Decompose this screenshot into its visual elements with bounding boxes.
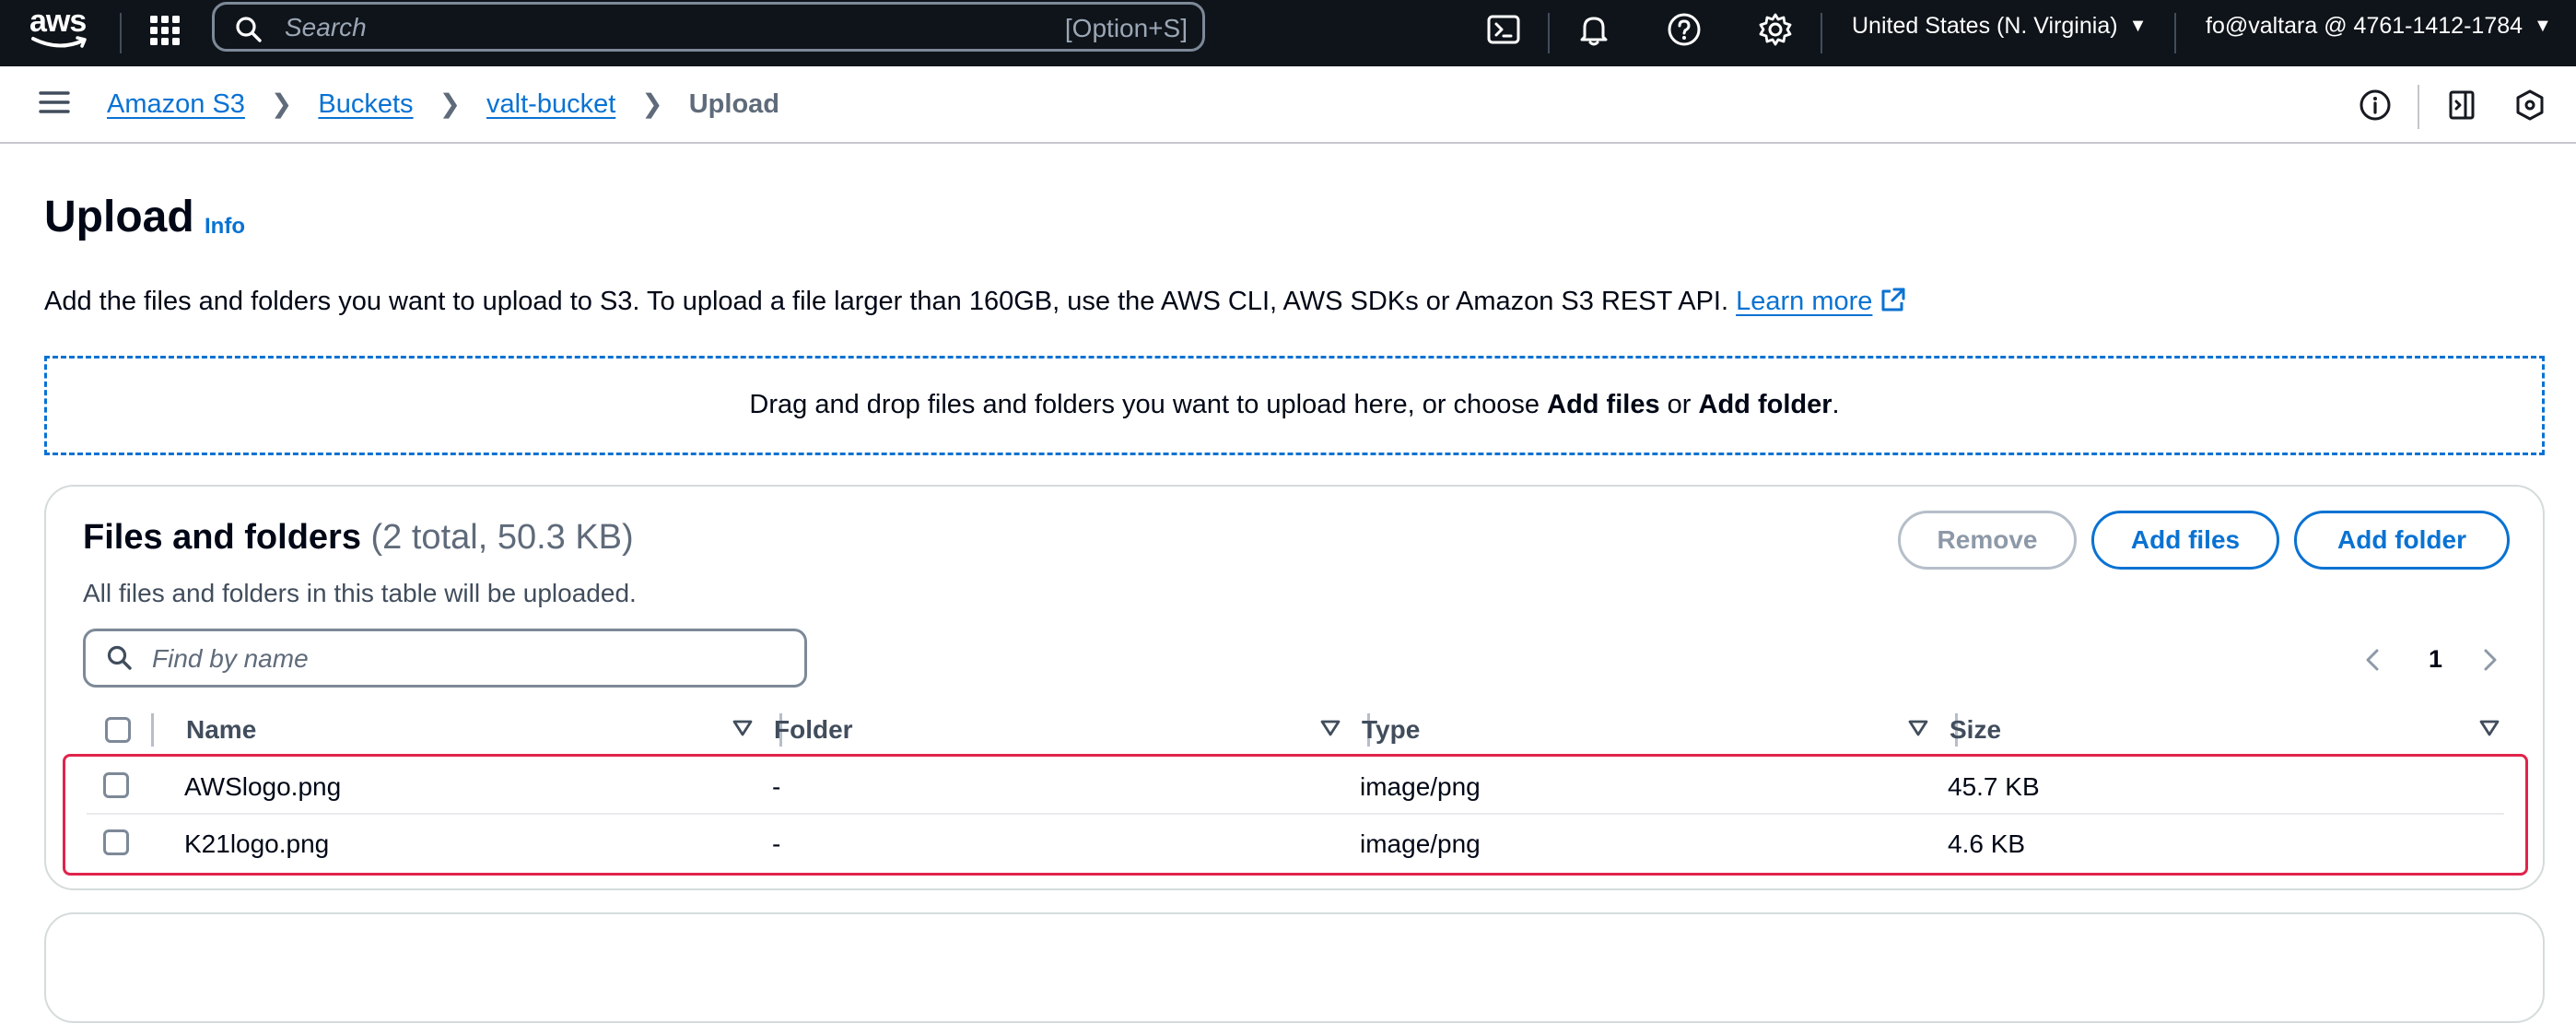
help-icon[interactable] — [1666, 11, 1703, 48]
breadcrumb: Amazon S3 ❯ Buckets ❯ valt-bucket ❯ Upload — [107, 88, 779, 120]
menu-icon[interactable] — [39, 88, 70, 116]
cell-size: 4.6 KB — [1948, 829, 2026, 858]
dropzone-add-folder: Add folder — [1698, 390, 1832, 419]
dropzone-or: or — [1667, 390, 1692, 419]
nav-divider — [1548, 13, 1550, 53]
column-header-folder[interactable]: Folder — [774, 715, 853, 745]
table-header: Name Folder Type Size — [83, 710, 2510, 756]
bell-icon[interactable] — [1575, 11, 1612, 48]
services-grid-icon[interactable] — [149, 15, 181, 46]
learn-more-link[interactable]: Learn more — [1736, 287, 1872, 316]
nav-divider — [120, 13, 122, 53]
pagination-next-icon[interactable] — [2478, 641, 2500, 678]
dropzone-text: Drag and drop files and folders you want… — [749, 390, 1540, 419]
region-label: United States (N. Virginia) — [1852, 13, 2118, 39]
search-shortcut-hint: [Option+S] — [1064, 14, 1188, 42]
cell-name: K21logo.png — [184, 829, 330, 858]
table-row[interactable]: AWSlogo.png - image/png 45.7 KB — [81, 758, 2508, 815]
info-link[interactable]: Info — [205, 214, 245, 240]
panel-description: All files and folders in this table will… — [83, 579, 637, 607]
shield-icon[interactable] — [2512, 87, 2548, 123]
caret-down-icon: ▼ — [2128, 16, 2148, 36]
account-menu[interactable]: fo@valtara @ 4761-1412-1784 ▼ — [2206, 13, 2552, 40]
row-checkbox[interactable] — [103, 772, 129, 798]
cell-type: image/png — [1360, 772, 1481, 801]
breadcrumb-bucket[interactable]: valt-bucket — [486, 89, 615, 119]
page-title: Upload — [44, 193, 194, 241]
find-by-name-input[interactable] — [150, 641, 780, 677]
search-icon — [106, 644, 134, 672]
cell-size: 45.7 KB — [1948, 772, 2040, 801]
chevron-right-icon: ❯ — [641, 89, 663, 118]
cell-name: AWSlogo.png — [184, 772, 342, 801]
dropzone-add-files: Add files — [1547, 390, 1660, 419]
sort-name-icon[interactable] — [732, 719, 754, 737]
add-folder-button[interactable]: Add folder — [2294, 511, 2510, 570]
column-divider — [151, 713, 154, 747]
settings-icon[interactable] — [1757, 11, 1794, 48]
column-header-size[interactable]: Size — [1950, 715, 2001, 745]
aws-logo[interactable]: aws — [28, 4, 96, 53]
top-navigation: aws [Option+S] United — [0, 0, 2576, 66]
nav-divider — [1821, 13, 1822, 53]
row-checkbox[interactable] — [103, 829, 129, 855]
table-row[interactable]: K21logo.png - image/png 4.6 KB — [81, 815, 2508, 872]
toolbar-divider — [2418, 85, 2419, 129]
add-files-button[interactable]: Add files — [2091, 511, 2279, 570]
remove-button[interactable]: Remove — [1898, 511, 2077, 570]
search-input[interactable] — [283, 10, 1024, 45]
next-panel — [44, 912, 2545, 1023]
external-link-icon[interactable] — [1879, 286, 1907, 313]
nav-divider — [2174, 13, 2176, 53]
panel-icon[interactable] — [2443, 87, 2480, 123]
find-by-name-filter[interactable] — [83, 629, 807, 688]
breadcrumb-amazon-s3[interactable]: Amazon S3 — [107, 89, 245, 119]
chevron-right-icon: ❯ — [270, 89, 293, 118]
search-icon — [235, 16, 263, 43]
cell-folder: - — [772, 772, 781, 801]
select-all-checkbox[interactable] — [105, 717, 131, 743]
caret-down-icon: ▼ — [2534, 16, 2552, 36]
region-selector[interactable]: United States (N. Virginia) ▼ — [1852, 13, 2147, 40]
panel-counter: (2 total, 50.3 KB) — [370, 518, 634, 557]
panel-title: Files and folders (2 total, 50.3 KB) — [83, 518, 634, 558]
upload-dropzone[interactable]: Drag and drop files and folders you want… — [44, 356, 2545, 455]
page-description: Add the files and folders you want to up… — [44, 286, 1907, 317]
aws-smile-icon — [31, 36, 87, 48]
cell-folder: - — [772, 829, 781, 858]
column-header-type[interactable]: Type — [1362, 715, 1420, 745]
description-text: Add the files and folders you want to up… — [44, 287, 1729, 316]
sort-type-icon[interactable] — [1907, 719, 1929, 737]
column-header-name[interactable]: Name — [186, 715, 256, 745]
panel-title-text: Files and folders — [83, 518, 361, 557]
info-circle-icon[interactable] — [2357, 87, 2394, 123]
breadcrumb-buckets[interactable]: Buckets — [318, 89, 413, 119]
pagination-page-1[interactable]: 1 — [2429, 645, 2442, 682]
global-search[interactable]: [Option+S] — [212, 2, 1205, 52]
cell-type: image/png — [1360, 829, 1481, 858]
dropzone-period: . — [1832, 390, 1840, 419]
sort-size-icon[interactable] — [2478, 719, 2500, 737]
breadcrumb-bar: Amazon S3 ❯ Buckets ❯ valt-bucket ❯ Upload — [0, 66, 2576, 144]
breadcrumb-current: Upload — [688, 89, 780, 119]
pagination-prev-icon[interactable] — [2362, 641, 2384, 678]
cloudshell-icon[interactable] — [1485, 11, 1522, 48]
sort-folder-icon[interactable] — [1319, 719, 1341, 737]
chevron-right-icon: ❯ — [439, 89, 462, 118]
account-label: fo@valtara @ 4761-1412-1784 — [2206, 13, 2523, 39]
